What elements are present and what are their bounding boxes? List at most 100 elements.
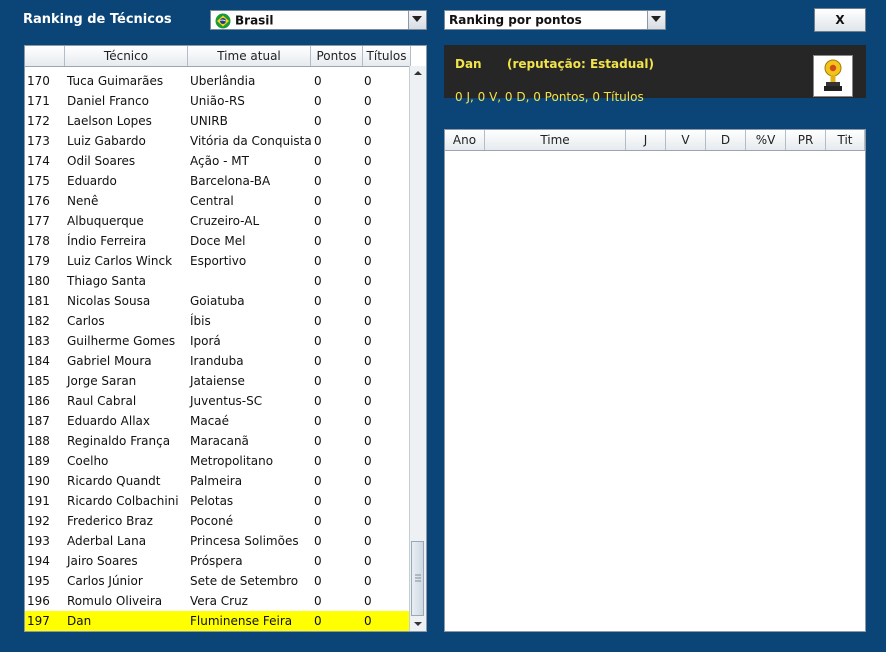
table-row[interactable]: 180 Thiago Santa 0 0 [25,271,411,291]
close-button[interactable]: X [814,8,866,32]
col-year[interactable]: Ano [445,130,485,150]
row-team: Ação - MT [190,154,249,168]
row-position: 196 [27,594,50,608]
row-titles: 0 [364,574,372,588]
table-row[interactable]: 191 Ricardo Colbachini Pelotas 0 0 [25,491,411,511]
table-row[interactable]: 176 Nenê Central 0 0 [25,191,411,211]
col-wins[interactable]: V [666,130,706,150]
ranking-rows: 170 Tuca Guimarães Uberlândia 0 0 171 Daniel F… [25,71,411,631]
table-row[interactable]: 194 Jairo Soares Próspera 0 0 [25,551,411,571]
row-points: 0 [314,94,322,108]
coach-info-panel: Dan (reputação: Estadual) 0 J, 0 V, 0 D,… [444,45,866,104]
table-row[interactable]: 187 Eduardo Allax Macaé 0 0 [25,411,411,431]
col-games[interactable]: J [626,130,666,150]
col-pr[interactable]: PR [786,130,826,150]
row-coach: Luiz Gabardo [67,134,146,148]
table-row[interactable]: 188 Reginaldo França Maracanã 0 0 [25,431,411,451]
row-team: Iranduba [190,354,244,368]
row-titles: 0 [364,614,372,628]
row-titles: 0 [364,254,372,268]
coach-name: Dan [455,57,482,71]
scroll-up-icon[interactable] [410,66,426,81]
row-team: União-RS [190,94,245,108]
row-titles: 0 [364,174,372,188]
table-row[interactable]: 193 Aderbal Lana Princesa Solimões 0 0 [25,531,411,551]
page-title: Ranking de Técnicos [23,12,172,27]
row-coach: Coelho [67,454,109,468]
table-row[interactable]: 177 Albuquerque Cruzeiro-AL 0 0 [25,211,411,231]
dropdown-arrow-icon[interactable] [408,11,426,29]
col-titles-won[interactable]: Tit [826,130,865,150]
row-coach: Carlos [67,314,105,328]
table-row[interactable]: 184 Gabriel Moura Iranduba 0 0 [25,351,411,371]
row-points: 0 [314,474,322,488]
table-row[interactable]: 190 Ricardo Quandt Palmeira 0 0 [25,471,411,491]
row-team: Central [190,194,234,208]
row-coach: Raul Cabral [67,394,137,408]
col-team[interactable]: Time atual [188,46,311,66]
history-table[interactable]: Ano Time J V D %V PR Tit [444,129,866,632]
row-points: 0 [314,174,322,188]
col-losses[interactable]: D [706,130,746,150]
row-position: 173 [27,134,50,148]
table-row[interactable]: 192 Frederico Braz Poconé 0 0 [25,511,411,531]
table-row[interactable]: 175 Eduardo Barcelona-BA 0 0 [25,171,411,191]
row-coach: Thiago Santa [67,274,147,288]
row-position: 195 [27,574,50,588]
row-coach: Ricardo Colbachini [67,494,179,508]
ranking-table[interactable]: Técnico Time atual Pontos Títulos 170 Tuc… [24,45,427,632]
table-row[interactable]: 186 Raul Cabral Juventus-SC 0 0 [25,391,411,411]
row-points: 0 [314,494,322,508]
table-row[interactable]: 196 Romulo Oliveira Vera Cruz 0 0 [25,591,411,611]
ranking-type-select[interactable]: Ranking por pontos [444,10,666,30]
row-position: 170 [27,74,50,88]
row-position: 191 [27,494,50,508]
ranking-scrollbar[interactable] [409,66,426,631]
table-row[interactable]: 174 Odil Soares Ação - MT 0 0 [25,151,411,171]
table-row[interactable]: 183 Guilherme Gomes Iporá 0 0 [25,331,411,351]
table-row[interactable]: 170 Tuca Guimarães Uberlândia 0 0 [25,71,411,91]
row-titles: 0 [364,354,372,368]
row-coach: Carlos Júnior [67,574,143,588]
scroll-down-icon[interactable] [410,616,426,631]
dropdown-arrow-icon[interactable] [647,11,665,29]
col-win-pct[interactable]: %V [746,130,786,150]
row-titles: 0 [364,154,372,168]
scrollbar-thumb[interactable] [411,541,424,616]
row-position: 188 [27,434,50,448]
row-team: Goiatuba [190,294,245,308]
col-points[interactable]: Pontos [311,46,363,66]
row-titles: 0 [364,114,372,128]
row-position: 193 [27,534,50,548]
table-row[interactable]: 195 Carlos Júnior Sete de Setembro 0 0 [25,571,411,591]
table-row[interactable]: 185 Jorge Saran Jataiense 0 0 [25,371,411,391]
row-coach: Dan [67,614,92,628]
row-team: Princesa Solimões [190,534,299,548]
table-row[interactable]: 173 Luiz Gabardo Vitória da Conquista 0 0 [25,131,411,151]
table-row[interactable]: 172 Laelson Lopes UNIRB 0 0 [25,111,411,131]
table-row-selected[interactable]: 197 Dan Fluminense Feira 0 0 [25,611,411,631]
table-row[interactable]: 189 Coelho Metropolitano 0 0 [25,451,411,471]
row-coach: Reginaldo França [67,434,171,448]
row-titles: 0 [364,554,372,568]
row-points: 0 [314,154,322,168]
country-select[interactable]: Brasil [210,10,427,30]
table-row[interactable]: 171 Daniel Franco União-RS 0 0 [25,91,411,111]
col-coach[interactable]: Técnico [65,46,188,66]
col-history-team[interactable]: Time [485,130,626,150]
row-titles: 0 [364,74,372,88]
coach-reputation: (reputação: Estadual) [507,57,654,71]
table-row[interactable]: 182 Carlos Íbis 0 0 [25,311,411,331]
table-row[interactable]: 179 Luiz Carlos Winck Esportivo 0 0 [25,251,411,271]
table-row[interactable]: 181 Nicolas Sousa Goiatuba 0 0 [25,291,411,311]
row-team: Iporá [190,334,221,348]
row-coach: Guilherme Gomes [67,334,176,348]
ranking-table-header: Técnico Time atual Pontos Títulos [25,46,411,67]
row-points: 0 [314,414,322,428]
table-row[interactable]: 178 Índio Ferreira Doce Mel 0 0 [25,231,411,251]
row-position: 177 [27,214,50,228]
row-coach: Tuca Guimarães [67,74,164,88]
row-coach: Romulo Oliveira [67,594,163,608]
row-position: 184 [27,354,50,368]
col-titles[interactable]: Títulos [363,46,411,66]
